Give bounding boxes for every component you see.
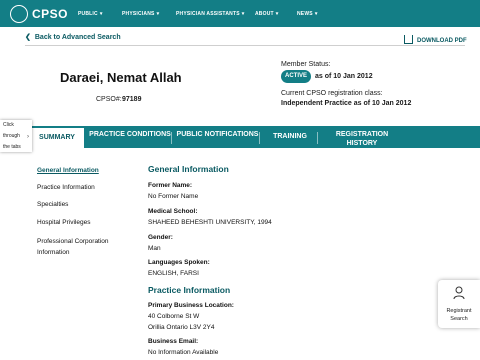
- hint-line: the tabs: [3, 144, 21, 150]
- tab-summary[interactable]: SUMMARY: [30, 126, 84, 150]
- status-date: as of 10 Jan 2012: [315, 73, 373, 80]
- top-navigation-bar: CPSO PUBLIC ▾ PHYSICIANS ▾ PHYSICIAN ASSIS…: [0, 0, 480, 27]
- business-email-label: Business Email:: [148, 338, 199, 345]
- languages-label: Languages Spoken:: [148, 259, 210, 266]
- tab-registration-history[interactable]: REGISTRATION HISTORY: [322, 126, 402, 148]
- chevron-down-icon: ▾: [275, 11, 279, 17]
- tab-separator: [171, 132, 172, 144]
- tab-label: PRACTICE CONDITIONS: [89, 131, 171, 138]
- back-link-label: Back to Advanced Search: [34, 34, 121, 41]
- download-icon: [404, 35, 413, 44]
- tabs-hint: Click through the tabs ›: [0, 120, 32, 152]
- sidebar-item-specialties[interactable]: Specialties: [37, 201, 68, 208]
- chevron-down-icon: ▾: [99, 11, 103, 17]
- registrant-search-line: Search: [450, 316, 468, 322]
- nav-public[interactable]: PUBLIC ▾: [78, 11, 103, 17]
- tab-separator: [259, 132, 260, 144]
- tab-training[interactable]: TRAINING: [262, 126, 318, 148]
- registration-class-value: Independent Practice as of 10 Jan 2012: [281, 100, 412, 107]
- nav-news[interactable]: NEWS ▾: [297, 11, 318, 17]
- section-title-practice: Practice Information: [148, 285, 231, 295]
- section-title-general: General Information: [148, 164, 229, 174]
- nav-about[interactable]: ABOUT ▾: [255, 11, 279, 17]
- registrant-search-button[interactable]: Registrant Search: [438, 280, 480, 328]
- registration-class-label: Current CPSO registration class:: [281, 90, 383, 97]
- business-email-value: No Information Available: [148, 349, 219, 356]
- sidebar-item-professional-corporation[interactable]: Professional Corporation Information: [37, 236, 117, 258]
- sidebar-item-hospital-privileges[interactable]: Hospital Privileges: [37, 219, 90, 226]
- cpso-logo-icon[interactable]: [10, 5, 28, 23]
- hint-line: Click: [3, 122, 14, 128]
- former-name-value: No Former Name: [148, 193, 199, 200]
- chevron-down-icon: ▾: [241, 11, 245, 17]
- arrow-left-icon: ❮: [25, 34, 31, 41]
- tab-label: PUBLIC NOTIFICATIONS: [176, 131, 259, 138]
- physician-name: Daraei, Nemat Allah: [60, 70, 182, 85]
- chevron-down-icon: ▾: [156, 11, 160, 17]
- tab-label: REGISTRATION HISTORY: [335, 131, 389, 147]
- sidebar-item-general-information[interactable]: General Information: [37, 167, 99, 174]
- registrant-search-label: Registrant Search: [438, 307, 480, 323]
- address-line-2: Orillia Ontario L3V 2Y4: [148, 324, 215, 331]
- chevron-down-icon: ▾: [314, 11, 318, 17]
- tab-practice-conditions[interactable]: PRACTICE CONDITIONS: [88, 126, 172, 148]
- languages-value: ENGLISH, FARSI: [148, 270, 199, 277]
- person-icon: [453, 286, 465, 300]
- sidebar-item-practice-information[interactable]: Practice Information: [37, 184, 95, 191]
- tab-label: TRAINING: [273, 133, 307, 140]
- former-name-label: Former Name:: [148, 182, 193, 189]
- divider: [25, 45, 465, 46]
- status-badge: ACTIVE: [281, 70, 311, 83]
- logo-text[interactable]: CPSO: [32, 7, 68, 21]
- registrant-search-line: Registrant: [446, 308, 472, 314]
- medical-school-value: SHAHEED BEHESHTI UNIVERSITY, 1994: [148, 219, 272, 226]
- chevron-right-icon: ›: [27, 134, 29, 140]
- nav-physician-assistants[interactable]: PHYSICIAN ASSISTANTS ▾: [176, 11, 244, 17]
- download-pdf-button[interactable]: DOWNLOAD PDF: [404, 33, 467, 44]
- back-to-search-link[interactable]: ❮ Back to Advanced Search: [25, 33, 121, 41]
- gender-value: Man: [148, 245, 161, 252]
- nav-physicians[interactable]: PHYSICIANS ▾: [122, 11, 159, 17]
- cpso-number: 97189: [122, 96, 142, 103]
- address-line-1: 40 Colborne St W: [148, 313, 200, 320]
- medical-school-label: Medical School:: [148, 208, 198, 215]
- profile-tabs: SUMMARY PRACTICE CONDITIONS PUBLIC NOTIF…: [0, 126, 480, 150]
- download-label: DOWNLOAD PDF: [417, 38, 467, 44]
- gender-label: Gender:: [148, 234, 173, 241]
- business-location-label: Primary Business Location:: [148, 302, 234, 309]
- tab-public-notifications[interactable]: PUBLIC NOTIFICATIONS: [175, 126, 260, 148]
- tab-label: SUMMARY: [39, 134, 75, 141]
- cpso-number-label: CPSO#:: [96, 96, 122, 103]
- tab-separator: [317, 132, 318, 144]
- member-status-label: Member Status:: [281, 61, 331, 68]
